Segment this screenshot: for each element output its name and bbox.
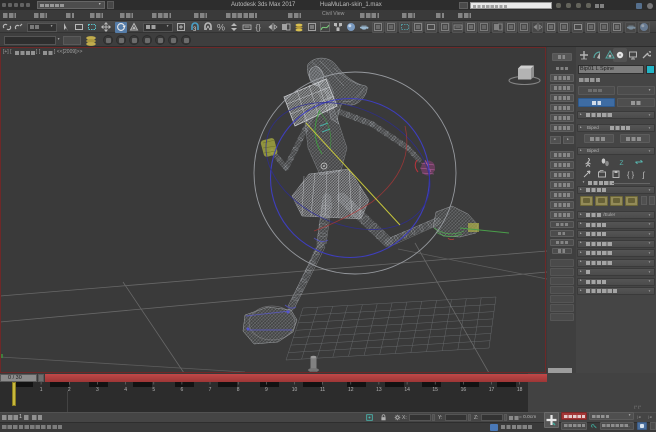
svg-text:Z: Z — [620, 160, 624, 167]
svg-text:{ }: { } — [627, 170, 635, 179]
svg-text:15: 15 — [432, 387, 438, 393]
svg-text:3: 3 — [96, 387, 99, 393]
svg-text:13: 13 — [376, 387, 382, 393]
svg-text:18: 18 — [517, 387, 523, 393]
svg-text:16: 16 — [461, 387, 467, 393]
svg-text:4: 4 — [124, 387, 127, 393]
svg-text:14: 14 — [404, 387, 410, 393]
svg-text:1: 1 — [40, 387, 43, 393]
svg-text:5: 5 — [152, 387, 155, 393]
svg-text:7: 7 — [209, 387, 212, 393]
svg-text:{}: {} — [256, 23, 262, 32]
svg-text:6: 6 — [181, 387, 184, 393]
svg-text:10: 10 — [292, 387, 298, 393]
svg-text:8: 8 — [237, 387, 240, 393]
svg-text:2: 2 — [68, 387, 71, 393]
svg-text:3: 3 — [193, 27, 197, 32]
svg-text:∫: ∫ — [642, 171, 646, 180]
svg-text:12: 12 — [348, 387, 354, 393]
svg-text:11: 11 — [320, 387, 325, 393]
svg-text:17: 17 — [489, 387, 495, 393]
svg-text:%: % — [217, 23, 225, 33]
svg-text:9: 9 — [265, 387, 268, 393]
